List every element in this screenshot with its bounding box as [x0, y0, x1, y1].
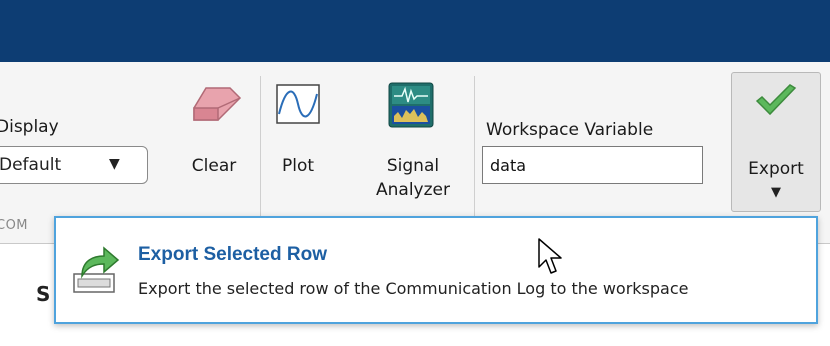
export-row-icon: [73, 246, 120, 293]
separator: [260, 76, 261, 216]
table-header-partial: S: [36, 282, 51, 306]
plot-icon: [276, 84, 320, 124]
caret-down-icon: ▼: [771, 185, 781, 200]
mouse-pointer-icon: [538, 238, 562, 274]
clear-button[interactable]: Clear: [178, 76, 250, 196]
signal-analyzer-button[interactable]: Signal Analyzer: [366, 76, 460, 212]
eraser-icon: [193, 87, 242, 121]
export-label: Export: [748, 159, 804, 179]
separator: [474, 76, 475, 216]
display-dropdown[interactable]: Default ▼: [0, 146, 148, 184]
section-label: COM: [0, 218, 29, 233]
workspace-variable-label: Workspace Variable: [486, 120, 654, 140]
plot-button[interactable]: Plot: [266, 76, 330, 196]
popup-item-description: Export the selected row of the Communica…: [138, 279, 689, 298]
signal-analyzer-icon: [388, 82, 434, 128]
caret-down-icon: ▼: [109, 156, 120, 172]
popup-item-title: Export Selected Row: [138, 244, 327, 265]
display-dropdown-value: Default: [0, 155, 62, 175]
workspace-variable-input[interactable]: [482, 146, 703, 184]
export-button[interactable]: Export ▼: [731, 72, 821, 212]
export-dropdown-menu: Export Selected Row Export the selected …: [54, 216, 818, 324]
analyzer-label: Analyzer: [376, 180, 450, 200]
plot-label: Plot: [281, 156, 315, 176]
display-label: Display: [0, 117, 59, 137]
checkmark-icon: [755, 84, 797, 116]
signal-label: Signal: [386, 156, 440, 176]
export-selected-row-item[interactable]: Export Selected Row Export the selected …: [56, 218, 816, 322]
title-bar: [0, 0, 830, 62]
clear-label: Clear: [191, 156, 237, 176]
